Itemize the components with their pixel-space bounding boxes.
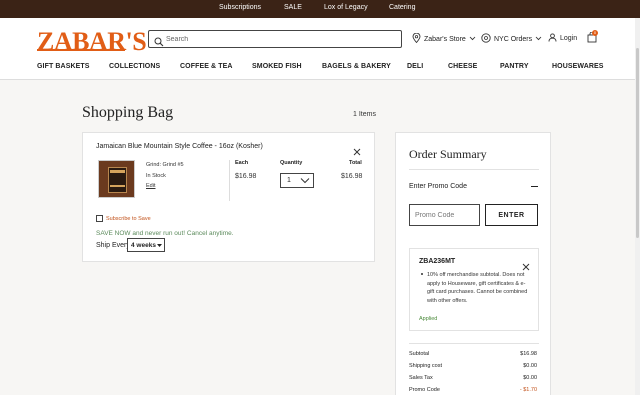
divider [409,169,539,170]
divider [409,343,539,344]
product-image[interactable] [98,160,135,198]
nav-deli[interactable]: DELI [407,63,423,70]
search-input[interactable] [166,33,396,46]
edit-item-link[interactable]: Edit [146,183,155,189]
shipping-value: $0.00 [523,363,537,369]
product-grind: Grind: Grind #5 [146,162,184,168]
page-title: Shopping Bag [82,104,174,121]
save-now-message: SAVE NOW and never run out! Cancel anyti… [96,230,234,237]
subscribe-label[interactable]: Subscribe to Save [106,216,151,222]
promo-code-discount: - $1.70 [519,387,537,393]
sales-tax-label: Sales Tax [409,375,433,381]
nav-collections[interactable]: COLLECTIONS [109,63,160,70]
ship-every-label: Ship Every [96,242,130,249]
subtotal-value: $16.98 [520,351,537,357]
site-header: ZABAR'S Zabar's Store NYC Orders Login [0,18,640,80]
bagel-icon [481,33,491,45]
subtotal-label: Subtotal [409,351,430,357]
each-price: $16.98 [235,173,257,180]
order-summary-title: Order Summary [409,147,487,161]
nav-smoked-fish[interactable]: SMOKED FISH [252,63,302,70]
coupon-status: Applied [419,316,438,322]
store-selector[interactable]: Zabar's Store [412,32,476,45]
location-pin-icon [412,32,421,45]
cart-count-badge: 0 [592,30,598,36]
enter-promo-button[interactable]: ENTER [485,204,538,226]
quantity-select[interactable]: 1 [280,173,314,188]
search-icon[interactable] [154,34,164,52]
topbar-link-catering[interactable]: Catering [389,4,415,11]
nav-pantry[interactable]: PANTRY [500,63,529,70]
chevron-down-icon [535,36,542,43]
topbar-link-sale[interactable]: SALE [284,4,302,11]
promo-code-box [409,204,480,226]
top-bar: Subscriptions SALE Lox of Legacy Caterin… [0,0,640,18]
nav-coffee-tea[interactable]: COFFEE & TEA [180,63,233,70]
cart-button[interactable]: 0 [587,30,599,43]
total-price: $16.98 [341,173,363,180]
product-name[interactable]: Jamaican Blue Mountain Style Coffee - 16… [96,143,263,150]
shopping-bag-icon: 0 [587,30,599,43]
orders-selector[interactable]: NYC Orders [481,33,542,45]
nav-cheese[interactable]: CHEESE [448,63,477,70]
divider [229,160,230,201]
nav-gift-baskets[interactable]: GIFT BASKETS [37,63,90,70]
each-header: Each [235,160,249,166]
caret-down-icon [157,244,162,247]
quantity-value: 1 [287,177,291,184]
quantity-header: Quantity [280,160,303,166]
coupon-code: ZBA236MT [419,258,456,265]
sales-tax-value: $0.00 [523,375,537,381]
bullet [421,273,423,275]
site-logo[interactable]: ZABAR'S [37,27,147,57]
items-count: 1 Items [353,111,376,118]
login-label: Login [560,35,578,42]
promo-code-input[interactable] [415,210,475,221]
store-label: Zabar's Store [424,35,466,43]
ship-every-select[interactable]: 4 weeks [127,238,165,252]
nav-housewares[interactable]: HOUSEWARES [552,63,604,70]
order-summary-panel: Order Summary Enter Promo Code ENTER ZBA… [395,132,551,395]
user-icon [548,33,557,44]
search-box [148,30,402,48]
orders-label: NYC Orders [494,35,533,43]
promo-code-header[interactable]: Enter Promo Code [409,183,467,190]
stock-status: In Stock [146,173,166,179]
ship-every-value: 4 weeks [131,242,156,249]
applied-coupon-card: ZBA236MT 10% off merchandise subtotal. D… [409,248,539,331]
subscribe-checkbox[interactable] [96,215,103,222]
scrollbar-thumb[interactable] [636,48,639,238]
collapse-minus-icon[interactable] [531,186,538,187]
logo-underline [37,49,125,51]
coupon-description: 10% off merchandise subtotal. Does not a… [427,272,528,304]
cart-item-card: Jamaican Blue Mountain Style Coffee - 16… [82,132,375,262]
scrollbar[interactable] [635,18,640,395]
topbar-link-lox-of-legacy[interactable]: Lox of Legacy [324,4,368,11]
promo-code-label: Promo Code [409,387,440,393]
chevron-down-icon [469,36,476,43]
topbar-link-subscriptions[interactable]: Subscriptions [219,4,261,11]
remove-item-icon[interactable] [353,143,361,161]
nav-bagels-bakery[interactable]: BAGELS & BAKERY [322,63,391,70]
total-header: Total [349,160,362,166]
chevron-down-icon [299,175,311,188]
shipping-label: Shipping cost [409,363,443,369]
login-link[interactable]: Login [548,33,577,44]
